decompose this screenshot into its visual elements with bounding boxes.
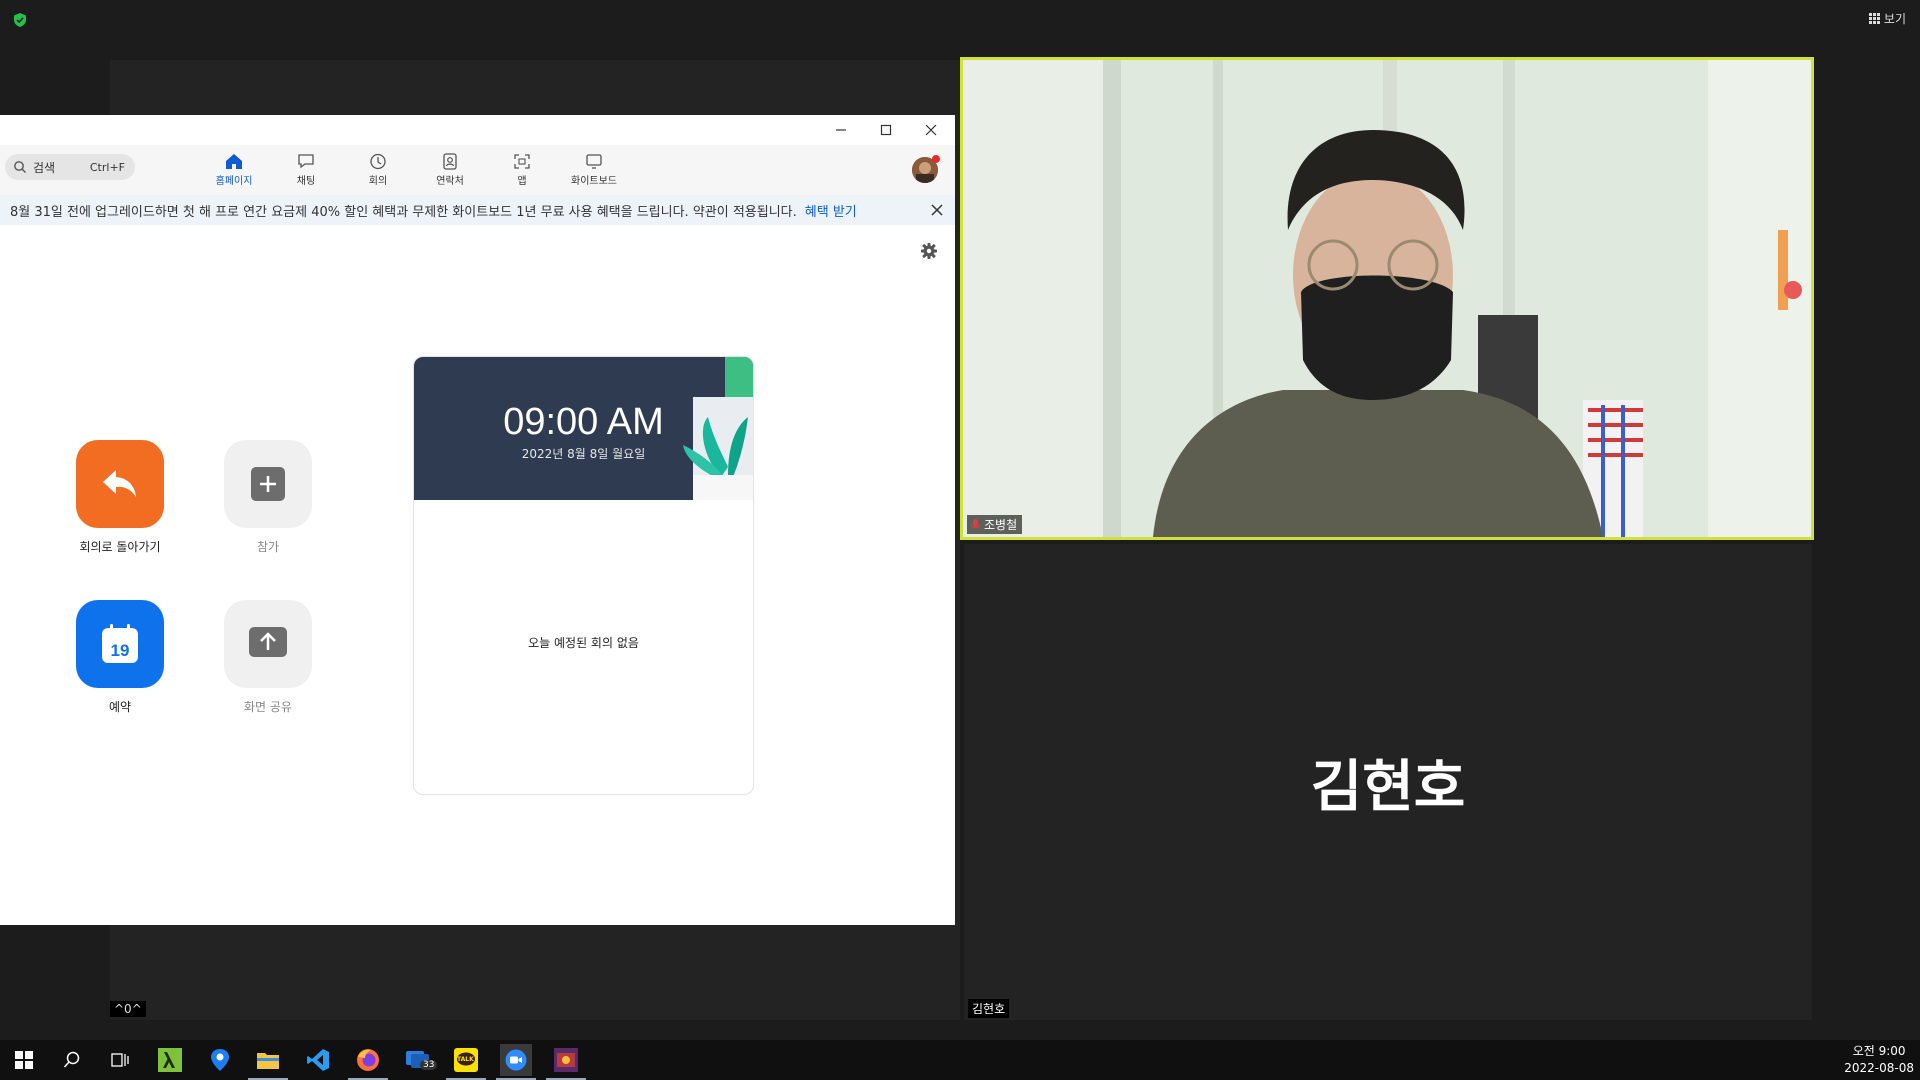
zoom-icon[interactable] <box>496 1044 536 1080</box>
maximize-icon[interactable] <box>875 119 897 141</box>
participant-video-tile[interactable]: 조병철 <box>960 57 1814 540</box>
maps-icon[interactable] <box>206 1046 234 1074</box>
notification-dot <box>932 155 940 163</box>
tab-home[interactable]: 홈페이지 <box>204 153 264 187</box>
current-time: 09:00 AM <box>503 401 664 443</box>
upgrade-banner: 8월 31일 전에 업그레이드하면 첫 해 프로 연간 요금제 40% 할인 혜… <box>0 195 955 225</box>
tab-chat[interactable]: 채팅 <box>276 153 336 187</box>
kakaotalk-icon[interactable]: TALK <box>446 1046 486 1080</box>
tab-label: 화이트보드 <box>571 176 617 187</box>
apps-icon <box>514 154 530 169</box>
banner-text: 8월 31일 전에 업그레이드하면 첫 해 프로 연간 요금제 40% 할인 혜… <box>10 204 797 220</box>
tab-label: 연락처 <box>436 176 464 187</box>
join-button[interactable] <box>224 440 312 528</box>
plus-icon <box>251 467 285 501</box>
contacts-icon <box>443 153 457 170</box>
participant-name: 조병철 <box>984 518 1018 532</box>
tab-whiteboard[interactable]: 화이트보드 <box>564 153 624 187</box>
firefox-icon[interactable] <box>348 1046 388 1080</box>
participant-display-name: 김현호 <box>1310 755 1466 820</box>
emote-label: ^0^ <box>110 1001 146 1017</box>
file-explorer-icon[interactable] <box>248 1046 288 1080</box>
lambda-app-icon[interactable] <box>156 1046 184 1074</box>
search-icon[interactable] <box>58 1046 86 1074</box>
main-toolbar: 검색 Ctrl+F 홈페이지 채팅 회의 연락처 앱 화이트보드 <box>0 145 955 195</box>
join-label: 참가 <box>256 540 280 554</box>
clock-icon <box>370 153 386 170</box>
chat-icon <box>298 154 314 169</box>
share-screen-button[interactable] <box>224 600 312 688</box>
participant-video-frame <box>963 60 1811 537</box>
tab-contacts[interactable]: 연락처 <box>420 153 480 187</box>
participant-name-tag: 김현호 <box>968 999 1010 1018</box>
participant-video-tile-off[interactable]: 김현호 김현호 <box>964 544 1812 1020</box>
tab-label: 앱 <box>517 176 527 187</box>
search-icon <box>14 161 26 173</box>
tab-label: 채팅 <box>296 176 316 187</box>
return-arrow-icon <box>103 470 136 497</box>
close-icon[interactable] <box>920 119 942 141</box>
banner-link[interactable]: 혜택 받기 <box>805 201 857 220</box>
vscode-icon[interactable] <box>304 1046 332 1074</box>
tab-apps[interactable]: 앱 <box>492 153 552 187</box>
share-up-icon <box>249 627 287 657</box>
return-to-meeting-button[interactable] <box>76 440 164 528</box>
search-label: 검색 <box>33 160 56 175</box>
title-bar <box>0 115 955 145</box>
minimize-icon[interactable] <box>830 119 852 141</box>
windows-taskbar: 33 TALK 오전 9:00 2022-08-08 <box>0 1040 1920 1080</box>
grid-icon <box>1868 13 1880 24</box>
home-icon <box>226 154 242 169</box>
security-shield-icon[interactable] <box>12 12 28 28</box>
tab-meetings[interactable]: 회의 <box>348 153 408 187</box>
view-button[interactable]: 보기 <box>1868 10 1906 27</box>
no-meetings-text: 오늘 예정된 회의 없음 <box>528 636 639 650</box>
muted-mic-icon <box>971 518 980 528</box>
calendar-icon: 19 <box>102 624 138 663</box>
participant-name-tag: 조병철 <box>967 515 1023 534</box>
view-label: 보기 <box>1883 12 1906 26</box>
close-icon[interactable] <box>931 201 943 220</box>
clock-date: 2022-08-08 <box>1844 1061 1914 1075</box>
gear-icon[interactable] <box>920 242 938 260</box>
whiteboard-icon <box>586 154 602 169</box>
participant-name: 김현호 <box>972 1002 1006 1016</box>
calendar-day: 19 <box>111 641 130 660</box>
task-view-icon[interactable] <box>106 1046 134 1074</box>
tab-label: 회의 <box>368 176 388 187</box>
current-date: 2022년 8월 8일 월요일 <box>521 447 646 461</box>
game-icon[interactable] <box>546 1046 586 1080</box>
schedule-label: 예약 <box>108 700 132 714</box>
system-clock[interactable]: 오전 9:00 2022-08-08 <box>1844 1043 1914 1077</box>
tab-label: 홈페이지 <box>215 176 253 187</box>
mail-icon[interactable]: 33 <box>404 1046 438 1074</box>
windows-start-icon[interactable] <box>10 1046 38 1074</box>
mail-badge: 33 <box>420 1060 438 1070</box>
clock-time: 오전 9:00 <box>1852 1044 1906 1058</box>
schedule-button[interactable]: 19 <box>76 600 164 688</box>
kakao-label: TALK <box>457 1056 474 1063</box>
share-screen-label: 화면 공유 <box>244 700 292 714</box>
search-input[interactable]: 검색 Ctrl+F <box>5 154 135 180</box>
return-to-meeting-label: 회의로 돌아가기 <box>79 540 161 554</box>
zoom-client-window: 검색 Ctrl+F 홈페이지 채팅 회의 연락처 앱 화이트보드 8월 31일 … <box>0 115 955 925</box>
upcoming-meetings-card: 09:00 AM 2022년 8월 8일 월요일 오늘 예정된 회의 없음 <box>413 356 754 795</box>
calendar-header: 09:00 AM 2022년 8월 8일 월요일 <box>414 357 753 500</box>
search-shortcut: Ctrl+F <box>89 160 125 174</box>
